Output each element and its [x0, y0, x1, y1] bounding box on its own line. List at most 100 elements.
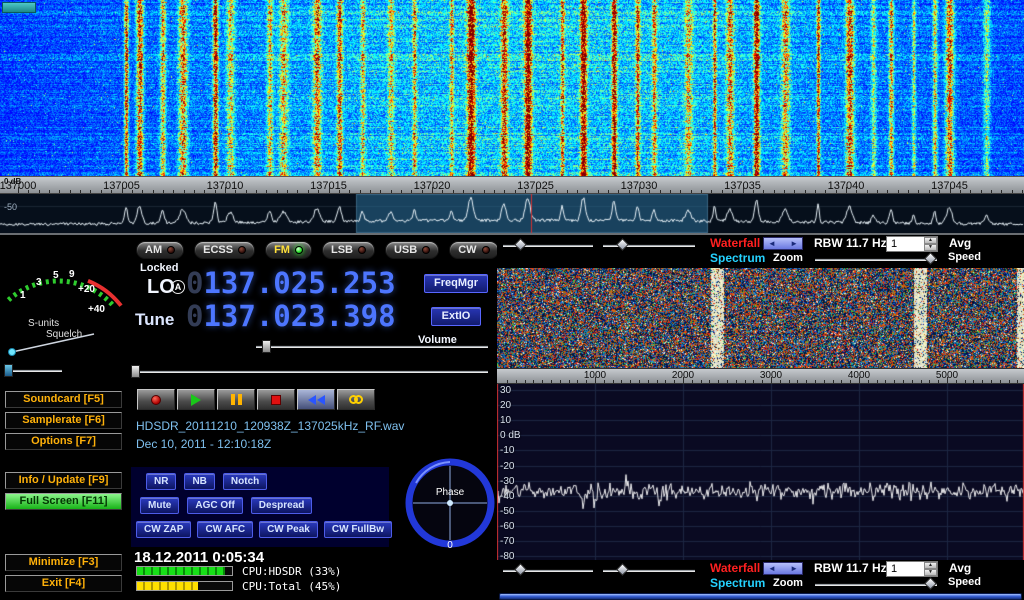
- squelch-slider-thumb[interactable]: [4, 364, 13, 377]
- tune-frequency-display[interactable]: 0137.023.398: [186, 300, 396, 332]
- slider-thumb[interactable]: [616, 238, 629, 251]
- waterfall-tab[interactable]: Waterfall: [710, 561, 760, 575]
- volume-slider[interactable]: [256, 340, 488, 353]
- rx-frequency-ruler[interactable]: 10002000300040005000: [497, 368, 1024, 384]
- contrast-slider[interactable]: [603, 239, 695, 252]
- lo-frequency-display[interactable]: 0137.025.253: [186, 267, 396, 299]
- fullscreen-button[interactable]: Full Screen [F11]: [5, 493, 122, 510]
- main-spectrum-canvas[interactable]: [0, 194, 1024, 233]
- zoom-out-icon[interactable]: ◄: [768, 564, 776, 573]
- corner-widget[interactable]: [2, 2, 36, 13]
- freq-mgr-button[interactable]: FreqMgr: [424, 274, 488, 293]
- slider-thumb[interactable]: [924, 252, 937, 265]
- secondary-slider-track[interactable]: [131, 370, 488, 373]
- options-button[interactable]: Options [F7]: [5, 433, 122, 450]
- speed-slider[interactable]: [815, 253, 937, 266]
- zoom-control[interactable]: ◄►: [763, 562, 803, 575]
- secondary-slider[interactable]: [131, 365, 488, 378]
- mute-button[interactable]: Mute: [140, 497, 179, 514]
- brightness-slider[interactable]: [503, 239, 593, 252]
- loop-button[interactable]: [337, 389, 375, 410]
- ruler-tick: [701, 190, 702, 193]
- spectrum-tab[interactable]: Spectrum: [710, 251, 765, 265]
- nr-button[interactable]: NR: [146, 473, 176, 490]
- mode-ecss-button[interactable]: ECSS: [194, 241, 255, 259]
- rx-waterfall-display[interactable]: [497, 268, 1024, 368]
- mode-fm-button[interactable]: FM: [265, 241, 312, 259]
- spin-down-icon[interactable]: ▼: [924, 244, 937, 251]
- avg-dropdown[interactable]: 1 ▲▼: [886, 236, 938, 252]
- ruler-tick: [297, 190, 298, 193]
- slider-track[interactable]: [815, 583, 937, 586]
- record-button[interactable]: [137, 389, 175, 410]
- slider-track[interactable]: [815, 258, 937, 261]
- zoom-control[interactable]: ◄►: [763, 237, 803, 250]
- pause-button[interactable]: [217, 389, 255, 410]
- zoom-in-icon[interactable]: ►: [790, 564, 798, 573]
- speed-slider[interactable]: [815, 578, 937, 591]
- zoom-in-icon[interactable]: ►: [790, 239, 798, 248]
- s-meter-scale-label: +20: [78, 284, 95, 295]
- rx-spectrum-display[interactable]: 3020100 dB-10-20-30-40-50-60-70-80: [497, 384, 1024, 560]
- zoom-out-icon[interactable]: ◄: [768, 239, 776, 248]
- soundcard-button[interactable]: Soundcard [F5]: [5, 391, 122, 408]
- dsp-panel: NR NB Notch Mute AGC Off Despread CW ZAP…: [131, 467, 389, 547]
- slider-thumb[interactable]: [514, 563, 527, 576]
- rewind-button[interactable]: [297, 389, 335, 410]
- lo-lock-badge[interactable]: A: [171, 280, 185, 294]
- ruler-tick: [101, 190, 102, 193]
- contrast-slider[interactable]: [603, 564, 695, 577]
- spin-down-icon[interactable]: ▼: [924, 569, 937, 576]
- mode-am-button[interactable]: AM: [136, 241, 184, 259]
- ruler-tick: [846, 187, 847, 193]
- notch-button[interactable]: Notch: [223, 473, 267, 490]
- main-waterfall-display[interactable]: [0, 0, 1024, 176]
- ruler-tick: [507, 380, 508, 383]
- despread-button[interactable]: Despread: [251, 497, 313, 514]
- zoom-label: Zoom: [773, 577, 803, 589]
- main-spectrum-display[interactable]: -50: [0, 194, 1024, 233]
- main-frequency-ruler[interactable]: 0 dB 13700013700513701013701513702013702…: [0, 176, 1024, 194]
- spin-up-icon[interactable]: ▲: [924, 562, 937, 569]
- cw-peak-button[interactable]: CW Peak: [259, 521, 318, 538]
- rx-spectrum-canvas[interactable]: [497, 384, 1024, 560]
- volume-slider-track[interactable]: [256, 345, 488, 348]
- minimize-button[interactable]: Minimize [F3]: [5, 554, 122, 571]
- nb-button[interactable]: NB: [184, 473, 214, 490]
- avg-dropdown[interactable]: 1▲▼: [886, 561, 938, 577]
- info-update-button[interactable]: Info / Update [F9]: [5, 472, 122, 489]
- exit-button[interactable]: Exit [F4]: [5, 575, 122, 592]
- volume-slider-thumb[interactable]: [262, 340, 271, 353]
- spectrum-tab[interactable]: Spectrum: [710, 576, 765, 590]
- avg-spinner[interactable]: ▲▼: [924, 237, 937, 251]
- brightness-slider[interactable]: [503, 564, 593, 577]
- mode-usb-button[interactable]: USB: [385, 241, 439, 259]
- ruler-tick: [49, 190, 50, 193]
- avg-dropdown-value: 1: [891, 238, 897, 250]
- stop-button[interactable]: [257, 389, 295, 410]
- slider-thumb[interactable]: [616, 563, 629, 576]
- agc-off-button[interactable]: AGC Off: [187, 497, 242, 514]
- ruler-tick: [867, 190, 868, 193]
- cw-afc-button[interactable]: CW AFC: [197, 521, 253, 538]
- play-button[interactable]: [177, 389, 215, 410]
- slider-thumb[interactable]: [514, 238, 527, 251]
- squelch-slider[interactable]: [4, 364, 62, 377]
- ruler-tick: [380, 190, 381, 193]
- ruler-tick: [287, 190, 288, 193]
- ruler-tick: [856, 190, 857, 193]
- ruler-tick: [836, 190, 837, 193]
- waterfall-tab[interactable]: Waterfall: [710, 236, 760, 250]
- slider-thumb[interactable]: [924, 577, 937, 590]
- spin-up-icon[interactable]: ▲: [924, 237, 937, 244]
- avg-spinner[interactable]: ▲▼: [924, 562, 937, 576]
- mode-lsb-button[interactable]: LSB: [322, 241, 375, 259]
- cw-zap-button[interactable]: CW ZAP: [136, 521, 191, 538]
- rx-scrollbar[interactable]: [499, 593, 1022, 600]
- ruler-tick: [859, 377, 860, 383]
- ext-io-button[interactable]: ExtIO: [431, 307, 481, 326]
- samplerate-button[interactable]: Samplerate [F6]: [5, 412, 122, 429]
- mode-cw-button[interactable]: CW: [449, 241, 498, 259]
- cw-fullbw-button[interactable]: CW FullBw: [324, 521, 392, 538]
- secondary-slider-thumb[interactable]: [131, 365, 140, 378]
